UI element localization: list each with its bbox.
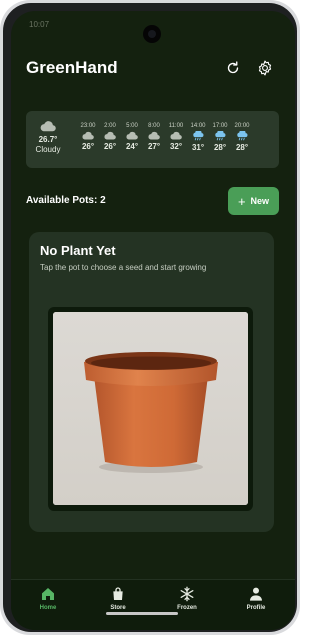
home-icon	[23, 586, 73, 602]
person-icon	[231, 586, 281, 602]
cloud-icon	[77, 131, 99, 140]
phone-frame: 10:07 GreenHand 26.7° Cloudy 23:00 26° 2:0…	[0, 0, 300, 635]
hourly-temp: 26°	[81, 142, 95, 151]
cloud-icon	[143, 131, 165, 140]
hourly-temp: 24°	[125, 142, 139, 151]
cloud-icon	[165, 131, 187, 140]
nav-profile-label: Profile	[246, 605, 266, 611]
hourly-item: 11:00 32°	[165, 122, 187, 151]
pot-frame[interactable]	[48, 307, 253, 511]
card-title: No Plant Yet	[40, 243, 116, 258]
hourly-time: 23:00	[80, 123, 96, 129]
available-pots-label: Available Pots: 2	[26, 195, 106, 206]
hourly-temp: 26°	[103, 142, 117, 151]
hourly-item: 23:00 26°	[77, 122, 99, 151]
cloud-icon	[99, 131, 121, 140]
hourly-time: 20:00	[234, 123, 250, 129]
cloud-icon	[26, 120, 70, 132]
rain-icon	[187, 131, 209, 141]
nav-profile[interactable]: Profile	[231, 586, 281, 611]
front-camera	[143, 25, 161, 43]
hourly-item: 17:00 28°	[209, 122, 231, 152]
hourly-temp: 32°	[169, 142, 183, 151]
hourly-item: 2:00 26°	[99, 122, 121, 151]
phone-bezel: 10:07 GreenHand 26.7° Cloudy 23:00 26° 2:0…	[3, 3, 297, 632]
nav-store[interactable]: Store	[93, 586, 143, 611]
hourly-time: 14:00	[190, 123, 206, 129]
hourly-temp: 31°	[191, 143, 205, 152]
hourly-temp: 28°	[235, 143, 249, 152]
nav-frozen-label: Frozen	[177, 605, 197, 611]
plant-card: No Plant Yet Tap the pot to choose a see…	[29, 232, 274, 532]
current-weather: 26.7° Cloudy	[26, 120, 70, 154]
nav-home[interactable]: Home	[23, 586, 73, 611]
nav-home-label: Home	[39, 605, 57, 611]
cloud-icon	[121, 131, 143, 140]
hourly-item: 5:00 24°	[121, 122, 143, 151]
hourly-item: 14:00 31°	[187, 122, 209, 152]
hourly-time: 17:00	[212, 123, 228, 129]
nav-frozen[interactable]: Frozen	[162, 586, 212, 611]
hourly-temp: 27°	[147, 142, 161, 151]
empty-pot-image[interactable]	[53, 312, 248, 505]
rain-icon	[231, 131, 253, 141]
plus-icon: +	[237, 193, 246, 209]
hourly-item: 8:00 27°	[143, 122, 165, 151]
current-temp: 26.7°	[38, 135, 58, 144]
hourly-item: 20:00 28°	[231, 122, 253, 152]
bottom-navigation: Home Store Frozen Profile	[11, 579, 295, 630]
refresh-icon[interactable]	[224, 59, 242, 77]
hourly-time: 2:00	[104, 123, 116, 129]
new-button-label: New	[250, 196, 270, 206]
shopping-bag-icon	[93, 586, 143, 602]
hourly-time: 8:00	[148, 123, 160, 129]
nav-store-label: Store	[110, 605, 126, 611]
rain-icon	[209, 131, 231, 141]
hourly-time: 11:00	[168, 123, 184, 129]
weather-forecast-panel: 26.7° Cloudy 23:00 26° 2:00 26° 5:00 24° 8:00 2…	[26, 111, 279, 168]
current-condition: Cloudy	[35, 145, 61, 154]
home-indicator[interactable]	[106, 612, 178, 615]
snowflake-icon	[162, 586, 212, 602]
card-subtitle: Tap the pot to choose a seed and start g…	[40, 263, 207, 272]
new-pot-button[interactable]: + New	[228, 187, 279, 215]
gear-icon[interactable]	[256, 59, 274, 77]
app-title: GreenHand	[26, 58, 118, 77]
hourly-time: 5:00	[126, 123, 138, 129]
app-screen: 10:07 GreenHand 26.7° Cloudy 23:00 26° 2:0…	[11, 11, 295, 630]
hourly-temp: 28°	[213, 143, 227, 152]
status-time: 10:07	[29, 20, 50, 29]
